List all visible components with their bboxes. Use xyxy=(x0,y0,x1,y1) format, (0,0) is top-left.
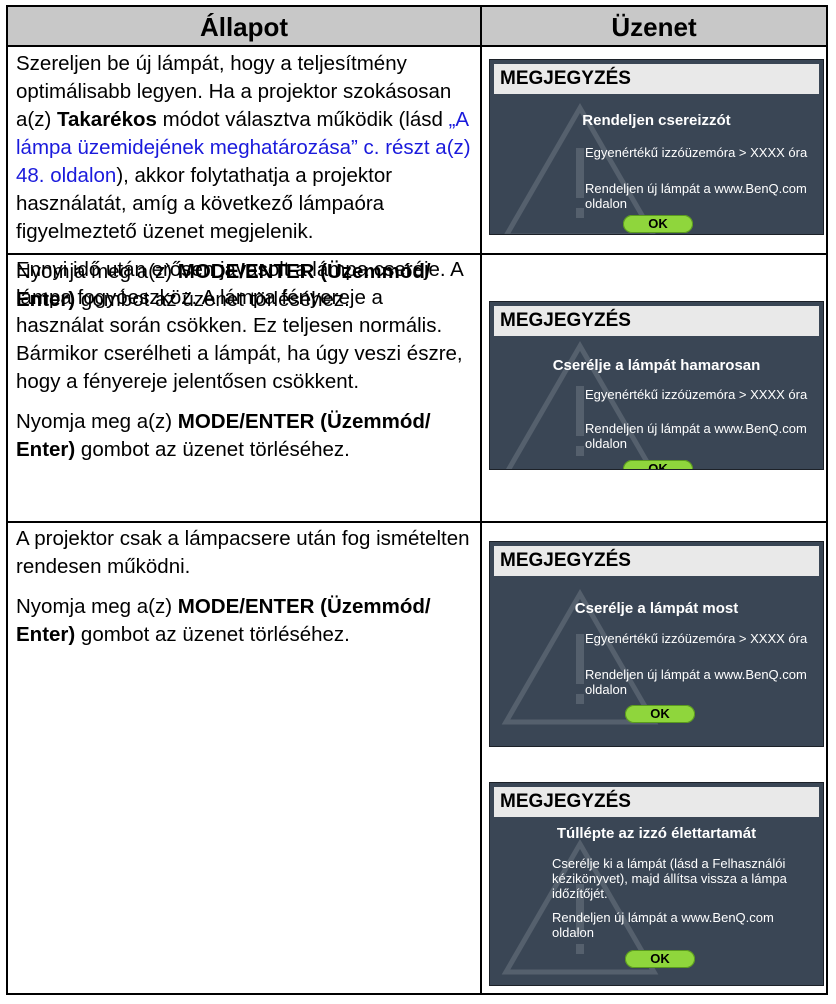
dialog-order-text: Rendeljen új lámpát a www.BenQ.com oldal… xyxy=(585,667,807,697)
row-3-instruction: Nyomja meg a(z) MODE/ENTER (Üzemmód/ Ent… xyxy=(16,595,431,646)
row-2-instruction: Nyomja meg a(z) MODE/ENTER (Üzemmód/ Ent… xyxy=(16,410,431,461)
dialog-heading: Rendeljen csereizzót xyxy=(582,112,731,129)
dialog-hours-text: Egyenértékű izzóüzemóra > XXXX óra xyxy=(585,387,808,402)
ok-button[interactable]: OK xyxy=(625,705,695,723)
dialog-order-text: Rendeljen új lámpát a www.BenQ.com oldal… xyxy=(585,181,807,211)
dialog-order-text: Rendeljen új lámpát a www.BenQ.com oldal… xyxy=(585,421,807,451)
column-divider xyxy=(480,7,482,993)
header-state: Állapot xyxy=(8,7,480,47)
header-message: Üzenet xyxy=(482,7,826,47)
dialog-title: MEGJEGYZÉS xyxy=(494,787,819,817)
ok-button[interactable]: OK xyxy=(625,950,695,968)
row-1-paragraph: Szereljen be új lámpát, hogy a teljesítm… xyxy=(16,52,471,243)
row-2-paragraph: Ennyi idő után erősen javasolt a lámpa c… xyxy=(16,258,463,393)
ok-button[interactable]: OK xyxy=(623,215,693,233)
dialog-order-text: Rendeljen új lámpát a www.BenQ.com oldal… xyxy=(552,910,774,940)
dialog-title: MEGJEGYZÉS xyxy=(494,546,819,576)
dialog-title: MEGJEGYZÉS xyxy=(494,306,819,336)
ok-button[interactable]: OK xyxy=(623,460,693,469)
dialog-title: MEGJEGYZÉS xyxy=(494,64,819,94)
notice-dialog-4: MEGJEGYZÉS Túllépte az izzó élettartamát… xyxy=(489,782,824,986)
notice-dialog-1: MEGJEGYZÉS Rendeljen csereizzót Egyenért… xyxy=(489,59,824,235)
dialog-replace-text: Cserélje ki a lámpát (lásd a Felhasználó… xyxy=(552,856,787,901)
notice-dialog-3: MEGJEGYZÉS Cserélje a lámpát most Egyené… xyxy=(489,541,824,747)
notice-dialog-2: MEGJEGYZÉS Cserélje a lámpát hamarosan E… xyxy=(489,301,824,470)
row-2-description: Ennyi idő után erősen javasolt a lámpa c… xyxy=(16,256,476,476)
row-3-paragraph: A projektor csak a lámpacsere után fog i… xyxy=(16,527,470,578)
dialog-hours-text: Egyenértékű izzóüzemóra > XXXX óra xyxy=(585,631,808,646)
row-3-description: A projektor csak a lámpacsere után fog i… xyxy=(16,525,476,661)
row-divider xyxy=(8,521,826,523)
dialog-heading: Cserélje a lámpát most xyxy=(574,600,739,617)
dialog-hours-text: Egyenértékű izzóüzemóra > XXXX óra xyxy=(585,145,808,160)
dialog-heading: Cserélje a lámpát hamarosan xyxy=(552,357,761,374)
dialog-heading: Túllépte az izzó élettartamát xyxy=(556,825,757,842)
